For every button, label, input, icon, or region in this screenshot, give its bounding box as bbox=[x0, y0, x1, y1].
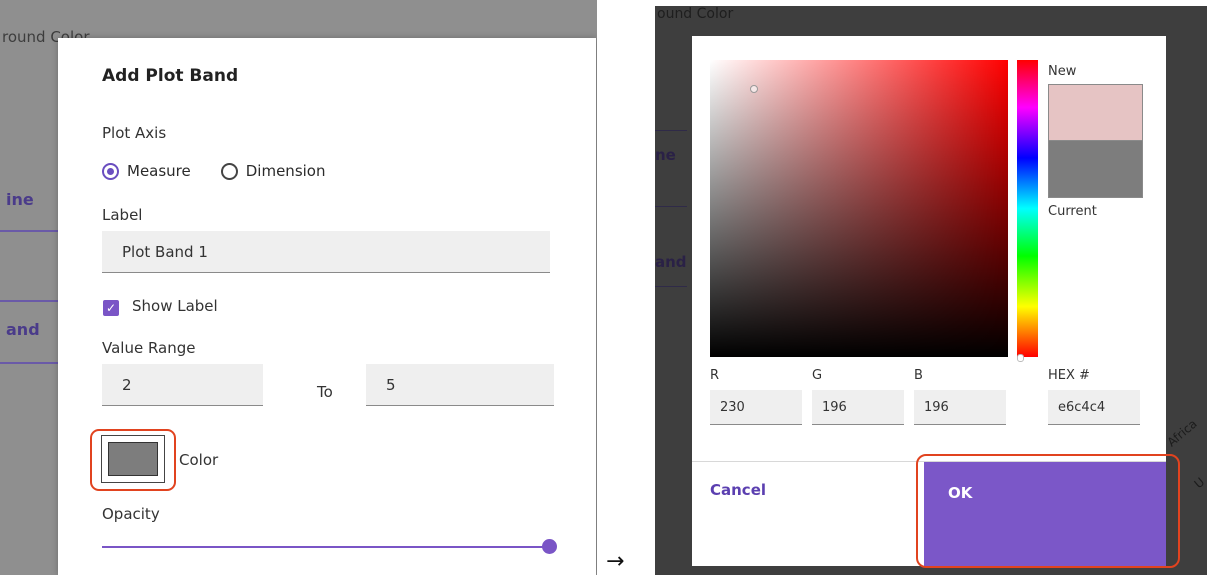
b-label: B bbox=[914, 368, 923, 383]
value-range-label: Value Range bbox=[102, 339, 196, 357]
current-color-swatch bbox=[1048, 141, 1143, 198]
radio-dimension-label[interactable]: Dimension bbox=[246, 162, 326, 180]
background-tab-band: and bbox=[6, 320, 40, 339]
add-plot-band-dialog: Add Plot Band Plot Axis Measure Dimensio… bbox=[58, 38, 596, 575]
range-from-input[interactable]: 2 bbox=[102, 364, 263, 406]
label-input[interactable]: Plot Band 1 bbox=[102, 231, 550, 273]
background-divider bbox=[0, 362, 58, 364]
background-divider bbox=[655, 130, 687, 131]
highlight-box bbox=[90, 429, 176, 491]
b-input[interactable]: 196 bbox=[914, 390, 1006, 425]
background-divider bbox=[0, 300, 58, 302]
cancel-button[interactable]: Cancel bbox=[710, 481, 766, 499]
background-tab-band: and bbox=[655, 253, 687, 271]
hex-label: HEX # bbox=[1048, 368, 1090, 383]
hex-input[interactable]: e6c4c4 bbox=[1048, 390, 1140, 425]
opacity-slider-thumb[interactable] bbox=[542, 539, 557, 554]
background-axis-label: Africa bbox=[1164, 416, 1200, 450]
show-label-checkbox[interactable]: ✓ bbox=[103, 300, 119, 316]
dialog-title: Add Plot Band bbox=[102, 66, 239, 86]
plot-band-screenshot: round Color ine and Add Plot Band Plot A… bbox=[0, 0, 597, 575]
background-divider bbox=[655, 286, 687, 287]
arrow-icon: → bbox=[606, 549, 625, 574]
r-input[interactable]: 230 bbox=[710, 390, 802, 425]
plot-axis-radio-group: Measure Dimension bbox=[102, 162, 325, 180]
background-divider bbox=[655, 206, 687, 207]
saturation-value-area[interactable] bbox=[710, 60, 1008, 357]
hue-slider-thumb[interactable] bbox=[1017, 354, 1024, 362]
new-color-label: New bbox=[1048, 64, 1077, 79]
g-label: G bbox=[812, 368, 823, 383]
background-tab-line: ne bbox=[655, 146, 676, 164]
radio-measure[interactable] bbox=[102, 162, 119, 180]
show-label-text[interactable]: Show Label bbox=[132, 297, 218, 315]
plot-axis-label: Plot Axis bbox=[102, 124, 167, 142]
r-label: R bbox=[710, 368, 720, 383]
highlight-box bbox=[916, 454, 1180, 568]
color-label: Color bbox=[179, 451, 219, 469]
new-color-swatch bbox=[1048, 84, 1143, 141]
background-heading: ound Color bbox=[657, 6, 734, 22]
g-input[interactable]: 196 bbox=[812, 390, 904, 425]
opacity-label: Opacity bbox=[102, 505, 160, 523]
color-cursor[interactable] bbox=[750, 85, 758, 93]
hue-slider[interactable] bbox=[1017, 60, 1038, 357]
background-divider bbox=[0, 230, 58, 232]
opacity-slider-track[interactable] bbox=[102, 546, 548, 548]
radio-dimension[interactable] bbox=[220, 162, 238, 180]
label-field-label: Label bbox=[102, 206, 143, 224]
background-tab-line: ine bbox=[6, 190, 34, 209]
range-to-input[interactable]: 5 bbox=[366, 364, 554, 406]
background-axis-label: U bbox=[1191, 474, 1207, 492]
radio-measure-label[interactable]: Measure bbox=[127, 162, 191, 180]
range-to-label: To bbox=[317, 383, 333, 401]
color-picker-screenshot: ound Color ne and Africa U New Current R… bbox=[655, 6, 1207, 575]
current-color-label: Current bbox=[1048, 204, 1097, 219]
